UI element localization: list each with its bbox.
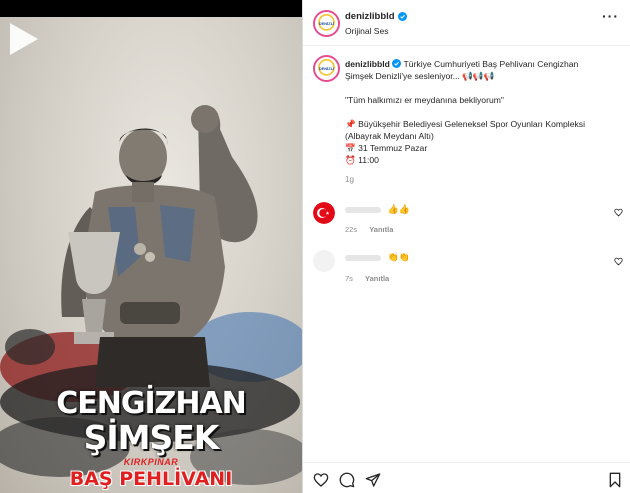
caption-username[interactable]: denizlibbld: [345, 59, 390, 69]
comment-meta: 22s Yanıtla: [345, 225, 393, 234]
caption-venue-1: 📌 Büyükşehir Belediyesi Geleneksel Spor …: [345, 119, 585, 129]
caption-date: 📅 31 Temmuz Pazar: [345, 143, 428, 153]
caption-venue-2: (Albayrak Meydanı Altı): [345, 131, 434, 141]
media-top-bar: [0, 0, 302, 17]
username[interactable]: denizlibbld: [345, 11, 395, 22]
turkish-flag-icon: [313, 202, 335, 224]
comment-age[interactable]: 7s: [345, 274, 353, 283]
poster-first-name: CENGİZHAN: [56, 386, 247, 421]
poster-title: BAŞ PEHLİVANI: [69, 468, 233, 490]
comment-username-blurred[interactable]: [345, 206, 381, 213]
caption-text: denizlibbld Türkiye Cumhuriyeti Baş Pehl…: [345, 58, 615, 166]
post-age[interactable]: 1g: [345, 175, 354, 184]
comment-icon[interactable]: [339, 472, 355, 488]
audio-link[interactable]: Orijinal Ses: [345, 26, 388, 36]
logo: DENİZLİ: [315, 12, 338, 35]
heart-icon[interactable]: [313, 472, 329, 488]
verified-badge-icon: [392, 59, 402, 68]
comment-body: 👍👍: [387, 204, 410, 214]
heart-icon[interactable]: [614, 257, 623, 266]
action-bar: [303, 462, 630, 493]
comment-body: 👏👏: [387, 252, 410, 262]
comment-text: 👏👏: [345, 252, 410, 263]
caption-line-2: Şimşek Denizli'ye sesleniyor... 📢📢📢: [345, 71, 495, 81]
avatar[interactable]: [313, 202, 335, 224]
share-icon[interactable]: [365, 472, 381, 488]
verified-badge-icon: [397, 12, 407, 21]
caption-line-1: Türkiye Cumhuriyeti Baş Pehlivanı Cengiz…: [403, 59, 579, 69]
comment-username-blurred[interactable]: [345, 254, 381, 261]
more-options-icon[interactable]: ···: [602, 9, 619, 23]
reply-button[interactable]: Yanıtla: [365, 274, 389, 283]
play-icon[interactable]: [0, 17, 44, 61]
video-poster[interactable]: CENGİZHAN ŞİMŞEK KIRKPINAR BAŞ PEHLİVANI: [0, 17, 302, 493]
post-header: DENİZLİ denizlibbld Orijinal Ses ···: [303, 0, 630, 46]
comment-meta: 7s Yanıtla: [345, 274, 389, 283]
avatar[interactable]: [313, 250, 335, 272]
username-link[interactable]: denizlibbld: [345, 11, 407, 22]
poster-subtitle: KIRKPINAR: [123, 457, 179, 467]
comment-age[interactable]: 22s: [345, 225, 357, 234]
post-details-panel: DENİZLİ denizlibbld Orijinal Ses ··· DEN…: [302, 0, 630, 493]
reply-button[interactable]: Yanıtla: [369, 225, 393, 234]
comment-text: 👍👍: [345, 204, 410, 215]
caption-quote: "Tüm halkımızı er meydanına bekliyorum": [345, 95, 504, 105]
logo: DENİZLİ: [315, 57, 338, 80]
caption-time: ⏰ 11:00: [345, 155, 379, 165]
avatar[interactable]: DENİZLİ: [313, 10, 340, 37]
heart-icon[interactable]: [614, 208, 623, 217]
post-media[interactable]: CENGİZHAN ŞİMŞEK KIRKPINAR BAŞ PEHLİVANI: [0, 0, 302, 493]
poster-last-name: ŞİMŞEK: [83, 418, 220, 457]
bookmark-icon[interactable]: [607, 472, 623, 488]
avatar[interactable]: DENİZLİ: [313, 55, 340, 82]
